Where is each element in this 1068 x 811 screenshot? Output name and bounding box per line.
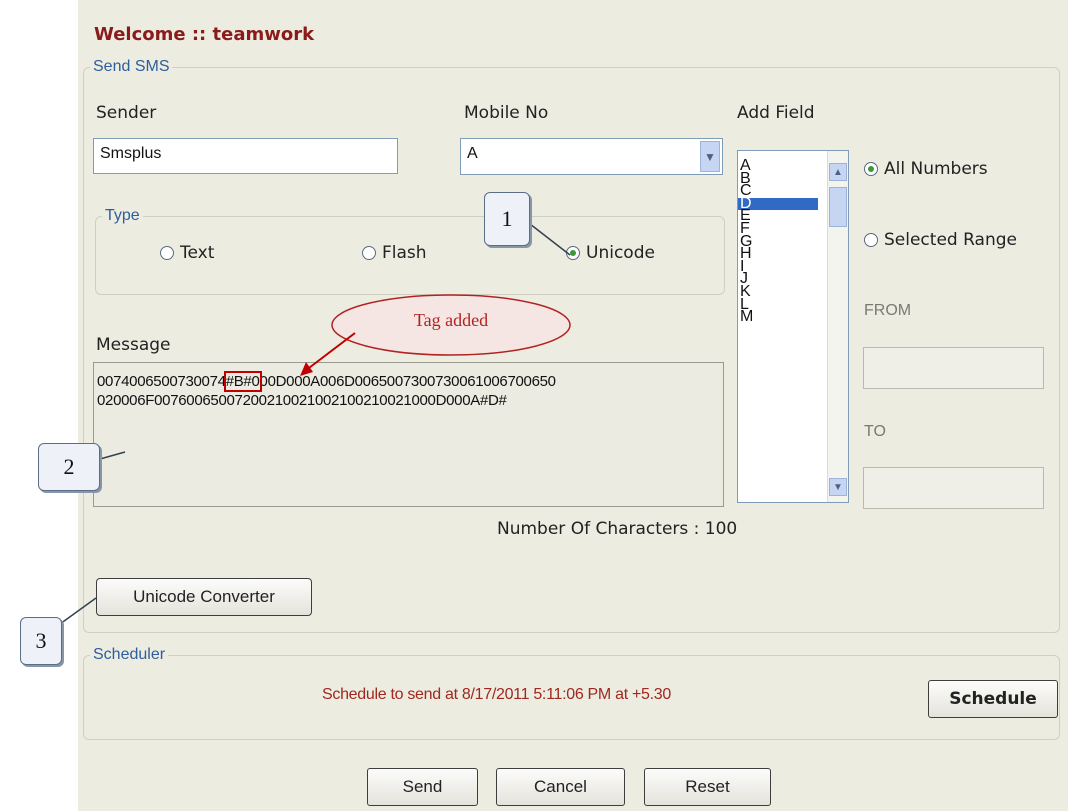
callout-3-pointer [59,597,97,625]
tag-added-label: Tag added [413,310,489,330]
callout-3: 3 [20,617,62,665]
callout-2: 2 [38,443,100,491]
callout-1-pointer [529,223,571,256]
callout-2-pointer [99,451,126,460]
tag-arrow-line [304,332,356,372]
callout-1: 1 [484,192,530,246]
tag-arrow-head [300,362,313,376]
annotation-overlay [59,223,571,625]
